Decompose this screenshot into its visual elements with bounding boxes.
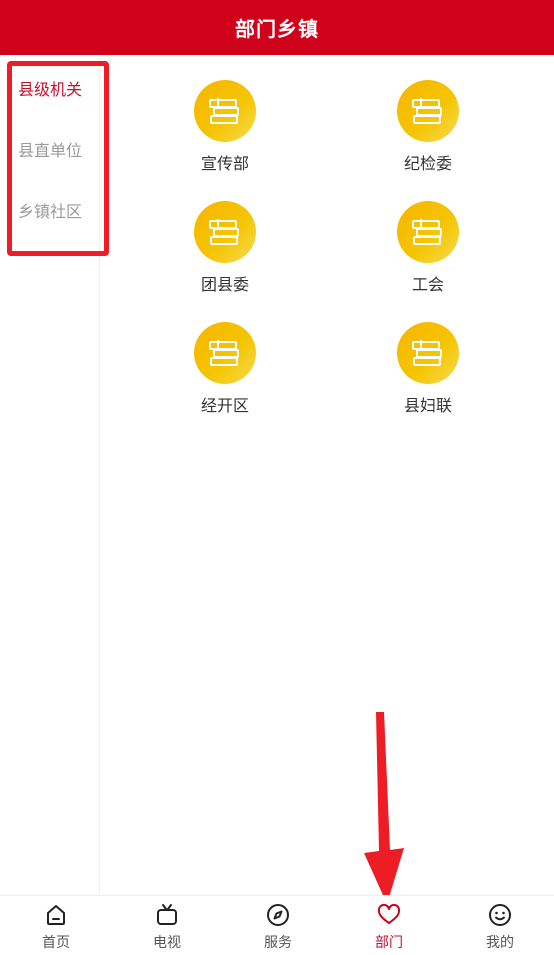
smiley-icon xyxy=(489,904,511,926)
dept-label: 县妇联 xyxy=(403,396,452,415)
annotation-highlight-box xyxy=(7,61,109,256)
dept-label: 宣传部 xyxy=(200,154,249,173)
heart-icon xyxy=(377,903,401,924)
dept-label: 团县委 xyxy=(200,275,249,294)
books-icon xyxy=(397,201,459,263)
home-icon xyxy=(47,905,65,925)
tab-services[interactable]: 服务 xyxy=(223,896,333,955)
books-icon xyxy=(194,201,256,263)
tab-home[interactable]: 首页 xyxy=(1,896,111,955)
dept-item-womens-federation[interactable]: 县妇联 xyxy=(368,322,488,432)
tv-icon xyxy=(157,904,177,925)
dept-label: 工会 xyxy=(411,275,444,294)
tab-departments-label: 部门 xyxy=(375,935,403,951)
dept-item-youth-league[interactable]: 团县委 xyxy=(165,201,285,311)
tab-tv-label: 电视 xyxy=(153,935,181,951)
dept-label: 纪检委 xyxy=(403,154,452,173)
dept-item-dev-zone[interactable]: 经开区 xyxy=(165,322,285,432)
annotation-arrow xyxy=(364,712,404,904)
tab-services-label: 服务 xyxy=(264,935,292,951)
app-screen: 部门乡镇 县级机关 县直单位 乡镇社区 宣传部 纪检委 团县委 工会 经开区 县… xyxy=(0,0,554,955)
tab-mine[interactable]: 我的 xyxy=(445,896,554,955)
bottom-tab-bar: 首页 电视 服务 部门 我的 xyxy=(0,895,554,955)
page-title: 部门乡镇 xyxy=(235,17,319,41)
books-icon xyxy=(194,322,256,384)
books-icon xyxy=(194,80,256,142)
header-bar: 部门乡镇 xyxy=(0,0,554,55)
dept-label: 经开区 xyxy=(200,396,249,415)
tab-departments[interactable]: 部门 xyxy=(334,896,444,955)
dept-item-trade-union[interactable]: 工会 xyxy=(368,201,488,311)
compass-icon xyxy=(267,904,289,926)
dept-item-publicity[interactable]: 宣传部 xyxy=(165,80,285,190)
books-icon xyxy=(397,80,459,142)
tab-tv[interactable]: 电视 xyxy=(112,896,222,955)
tab-home-label: 首页 xyxy=(42,935,70,951)
dept-item-discipline[interactable]: 纪检委 xyxy=(368,80,488,190)
tab-mine-label: 我的 xyxy=(486,935,514,951)
books-icon xyxy=(397,322,459,384)
